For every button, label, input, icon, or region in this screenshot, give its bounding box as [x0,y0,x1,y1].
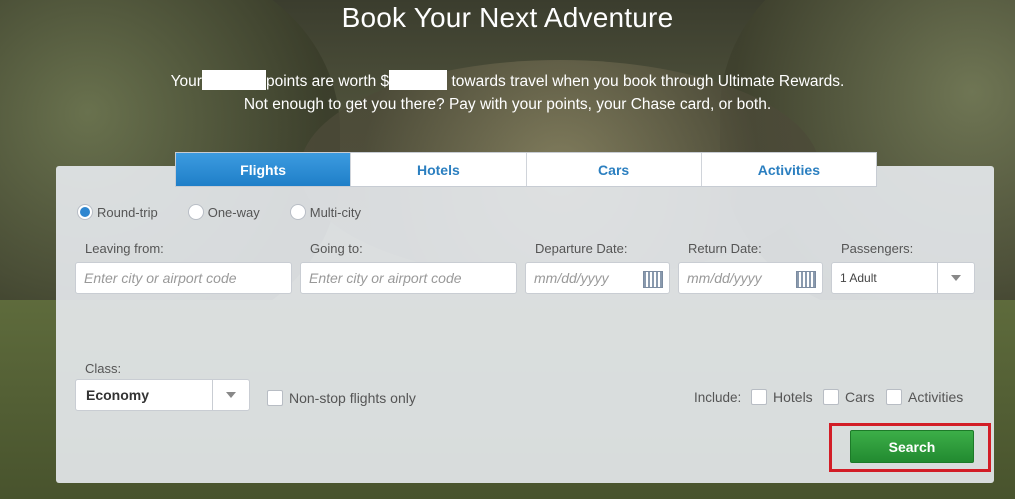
points-text-suffix: towards travel when you book through Ult… [451,73,845,90]
return-date-input[interactable]: mm/dd/yyyy [678,262,823,294]
include-label: Include: [694,390,742,405]
trip-type-group: Round-trip One-way Multi-city [77,204,391,220]
leaving-from-placeholder: Enter city or airport code [84,270,237,286]
going-to-placeholder: Enter city or airport code [309,270,462,286]
departure-date-label: Departure Date: [535,241,628,256]
departure-date-input[interactable]: mm/dd/yyyy [525,262,670,294]
radio-empty-icon [187,204,204,220]
checkbox-icon [267,390,283,406]
include-cars-checkbox[interactable]: Cars [823,389,875,405]
going-to-label: Going to: [310,241,363,256]
points-text-prefix: Your [170,73,202,90]
passengers-label: Passengers: [841,241,914,256]
round-trip-radio[interactable]: Round-trip [77,204,158,220]
return-date-label: Return Date: [688,241,762,256]
return-date-placeholder: mm/dd/yyyy [687,270,762,286]
passengers-select[interactable]: 1 Adult [831,262,975,294]
chevron-down-icon[interactable] [212,380,249,410]
multi-city-label: Multi-city [309,204,362,220]
points-info-line: Your points are worth $ towards travel wh… [0,70,1015,91]
include-activities-label: Activities [908,389,964,405]
include-activities-checkbox[interactable]: Activities [886,389,963,405]
search-button[interactable]: Search [850,430,974,463]
points-text-middle: points are worth $ [265,73,390,90]
checkbox-icon [823,389,839,405]
booking-tabs: Flights Hotels Cars Activities [175,152,877,187]
radio-selected-icon [77,204,93,220]
radio-empty-icon [289,204,306,220]
nonstop-label: Non-stop flights only [289,390,416,406]
tab-activities[interactable]: Activities [702,153,876,186]
include-hotels-checkbox[interactable]: Hotels [751,389,813,405]
class-label: Class: [85,361,122,376]
nonstop-checkbox[interactable]: Non-stop flights only [267,390,416,406]
tab-flights[interactable]: Flights [176,153,352,186]
checkbox-icon [751,389,767,405]
class-value: Economy [86,387,150,403]
leaving-from-input[interactable]: Enter city or airport code [75,262,292,294]
multi-city-radio[interactable]: Multi-city [289,204,362,220]
departure-date-placeholder: mm/dd/yyyy [534,270,609,286]
calendar-icon[interactable] [643,271,663,288]
one-way-radio[interactable]: One-way [187,204,260,220]
leaving-from-label: Leaving from: [85,241,164,256]
passengers-value: 1 Adult [840,271,877,285]
payment-info-line: Not enough to get you there? Pay with yo… [243,96,772,113]
round-trip-label: Round-trip [97,204,158,220]
include-cars-label: Cars [845,389,875,405]
tab-hotels[interactable]: Hotels [351,153,527,186]
one-way-label: One-way [207,204,260,220]
checkbox-icon [886,389,902,405]
include-hotels-label: Hotels [773,389,813,405]
page-title: Book Your Next Adventure [341,2,674,33]
calendar-icon[interactable] [796,271,816,288]
going-to-input[interactable]: Enter city or airport code [300,262,517,294]
redacted-points [201,70,266,90]
redacted-dollars [389,70,448,90]
tab-cars[interactable]: Cars [527,153,702,186]
chevron-down-icon[interactable] [937,263,974,293]
class-select[interactable]: Economy [75,379,250,411]
